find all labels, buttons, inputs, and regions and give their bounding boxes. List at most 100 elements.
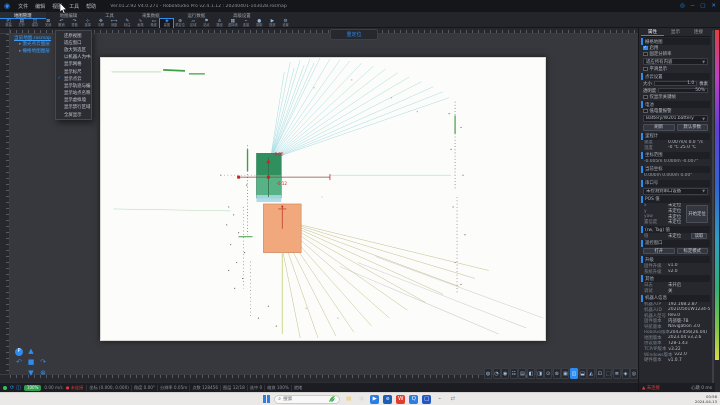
grid-fit-dropdown[interactable]: 适应所有内容▼ xyxy=(643,58,708,65)
teleop-button[interactable]: ▼ xyxy=(28,370,33,377)
ribbon-tool-button[interactable]: ⊹ 选择 xyxy=(81,19,94,28)
default-params-button[interactable]: 默认参数 xyxy=(677,124,709,131)
taskbar-app-icon[interactable]: ▣ xyxy=(357,395,366,404)
ribbon-tab[interactable]: 高级设置 xyxy=(219,12,265,19)
ribbon-tool-button[interactable]: ⊕ 重定位 xyxy=(173,19,186,28)
relocate-button[interactable]: 重定位 xyxy=(330,29,378,40)
layer-toggle-button[interactable]: ▣ xyxy=(561,368,569,379)
taskbar-app-icon[interactable]: e xyxy=(383,395,392,404)
calibration-button[interactable]: 标定模式 xyxy=(677,248,709,255)
statusbar-icon[interactable]: ◫ xyxy=(16,385,21,391)
map-canvas[interactable]: 0.05 -0.12 xyxy=(10,34,638,374)
refresh-button[interactable]: 刷新 xyxy=(643,124,675,131)
checkbox-smooth[interactable]: ✓ 平滑显示 xyxy=(641,66,710,72)
serial-dropdown[interactable]: 未检测到串口设备▼ xyxy=(643,188,708,195)
menu-option[interactable]: ✓ 显示虚拟墙 xyxy=(56,97,91,104)
layer-toggle-button[interactable]: ◍ xyxy=(484,368,492,379)
panel-tab[interactable]: 显示 xyxy=(664,28,687,36)
menu-item[interactable]: 文件 xyxy=(15,3,31,10)
menu-option[interactable]: ✓ 显示轨迹与编号 xyxy=(56,82,91,89)
ribbon-tab[interactable]: 采集数据 xyxy=(128,12,174,19)
ribbon-tool-button[interactable]: ⚙ 设置 xyxy=(279,19,292,28)
menu-option[interactable]: ✓ 放大到选区 xyxy=(56,46,91,53)
menu-option[interactable]: ✓ 全屏显示 xyxy=(56,111,91,118)
ribbon-tool-button[interactable]: ⟷ 测距 xyxy=(108,19,121,28)
battery-dropdown[interactable]: Battery/W201.battery▼ xyxy=(643,115,708,122)
panel-scrollbar[interactable] xyxy=(712,30,714,386)
system-tray[interactable]: 00:56 2024-04-13 xyxy=(695,393,717,405)
ribbon-tool-button[interactable]: ⚑ 站点 xyxy=(200,19,213,28)
menu-item[interactable]: 工具 xyxy=(66,3,82,10)
panel-tab[interactable]: 连接 xyxy=(687,28,710,36)
menu-option[interactable]: ✓ 适应窗口 xyxy=(56,39,91,46)
ribbon-tool-button[interactable]: ▤ 打开 xyxy=(15,19,28,28)
layer-toggle-button[interactable]: ⬓ xyxy=(579,368,587,379)
menu-item[interactable]: 帮助 xyxy=(83,3,99,10)
ribbon-tool-button[interactable]: ▦ 虚拟墙 xyxy=(226,19,239,28)
checkbox-keyframes[interactable]: ✓ 仅显示关键帧 xyxy=(641,94,710,100)
ribbon-tool-button[interactable]: ∿ 画笔 xyxy=(134,19,147,28)
ribbon-tool-button[interactable]: ▱ 区域 xyxy=(187,19,200,28)
layer-toggle-button[interactable]: ⊡ xyxy=(596,368,604,379)
layer-toggle-button[interactable]: ◧ xyxy=(527,368,535,379)
ribbon-tool-button[interactable]: ◈ 建图 xyxy=(160,19,173,28)
teleop-button[interactable]: ■ xyxy=(28,359,35,366)
teleop-button[interactable]: P xyxy=(15,348,23,356)
menu-option[interactable]: ✓ 显示标尺 xyxy=(56,68,91,75)
ribbon-tool-button[interactable]: ↶ 撤销 xyxy=(55,19,68,28)
layer-toggle-button[interactable]: ◈ xyxy=(622,368,630,379)
teleop-button[interactable]: ↶ xyxy=(16,359,22,366)
menu-item[interactable]: 编辑 xyxy=(32,3,48,10)
checkbox-battery-alarm[interactable]: ✓ 低电量报警 xyxy=(641,108,710,114)
menu-option[interactable]: ✓ 显示禁行区域 xyxy=(56,104,91,111)
taskbar-search[interactable]: ⌕ 搜索 xyxy=(274,395,340,404)
menu-option[interactable]: ✓ 显示网格 xyxy=(56,61,91,68)
window-control-button[interactable]: ✕ xyxy=(711,3,716,9)
ribbon-tool-button[interactable]: ◰ 新建 xyxy=(2,19,15,28)
checkbox-fixed-resolution[interactable]: ✓ 固定分辨率 xyxy=(641,51,710,57)
taskbar-app-icon[interactable]: ⇄ xyxy=(448,395,457,404)
ribbon-tab[interactable]: 地图编辑 xyxy=(46,12,92,19)
ribbon-tool-button[interactable]: ✎ 标注 xyxy=(121,19,134,28)
ribbon-tool-button[interactable]: ◫ 保存 xyxy=(28,19,41,28)
layer-toggle-button[interactable]: ◫ xyxy=(570,368,578,379)
layer-toggle-button[interactable]: ⊚ xyxy=(553,368,561,379)
layer-toggle-button[interactable]: ☷ xyxy=(510,368,518,379)
statusbar-icon[interactable]: ⟳ xyxy=(10,385,14,391)
ribbon-tool-button[interactable]: ⋔ 路径 xyxy=(213,19,226,28)
start-localize-button[interactable]: 开始定位 xyxy=(686,205,708,223)
layer-toggle-button[interactable]: ≣ xyxy=(613,368,621,379)
window-control-button[interactable]: ◎ xyxy=(680,3,685,9)
target-footprint[interactable] xyxy=(263,204,301,253)
upgrade-row[interactable]: 系统升级v2.0 xyxy=(641,269,710,275)
layer-toggle-button[interactable]: ⬚ xyxy=(604,368,612,379)
menu-option[interactable]: ✓ 以机器人为中心 xyxy=(56,54,91,61)
layer-toggle-button[interactable]: ⊙ xyxy=(544,368,552,379)
layer-toggle-button[interactable]: ◉ xyxy=(501,368,509,379)
ribbon-tab[interactable]: 运行数据 xyxy=(174,12,220,19)
ribbon-tool-button[interactable]: ⌁ 连接 xyxy=(239,19,252,28)
ribbon-tab[interactable]: 地图管理 xyxy=(0,12,46,19)
layer-toggle-button[interactable]: ◨ xyxy=(536,368,544,379)
ribbon-tool-button[interactable]: ▶ 回放 xyxy=(266,19,279,28)
taskbar-app-icon[interactable]: ⌁ xyxy=(435,395,444,404)
menu-option[interactable]: ✓ 显示站点名称 xyxy=(56,90,91,97)
teleop-button[interactable]: ↷ xyxy=(40,359,46,366)
windows-start-button[interactable] xyxy=(263,395,271,403)
ribbon-tool-button[interactable]: ⊠ 关闭 xyxy=(42,19,55,28)
layer-toggle-button[interactable]: ◎ xyxy=(630,368,638,379)
layer-toggle-button[interactable]: ◔ xyxy=(493,368,501,379)
ribbon-tool-button[interactable]: ↷ 重做 xyxy=(68,19,81,28)
window-control-button[interactable]: ▢ xyxy=(700,3,705,9)
window-control-button[interactable]: ─ xyxy=(691,3,694,9)
taskbar-app-icon[interactable]: W xyxy=(396,395,405,404)
read-tag-button[interactable]: 读取 xyxy=(691,233,707,239)
taskbar-app-icon[interactable]: ▢ xyxy=(422,395,431,404)
ribbon-tool-button[interactable]: ▭ 橡皮 xyxy=(147,19,160,28)
layer-toggle-button[interactable]: ▤ xyxy=(518,368,526,379)
layer-toggle-button[interactable]: ◭ xyxy=(587,368,595,379)
taskbar-app-icon[interactable]: Q xyxy=(409,395,418,404)
ribbon-tool-button[interactable]: ✥ 平移 xyxy=(94,19,107,28)
open-remote-button[interactable]: 打开 xyxy=(643,248,675,255)
taskbar-app-icon[interactable]: ▶ xyxy=(370,395,379,404)
